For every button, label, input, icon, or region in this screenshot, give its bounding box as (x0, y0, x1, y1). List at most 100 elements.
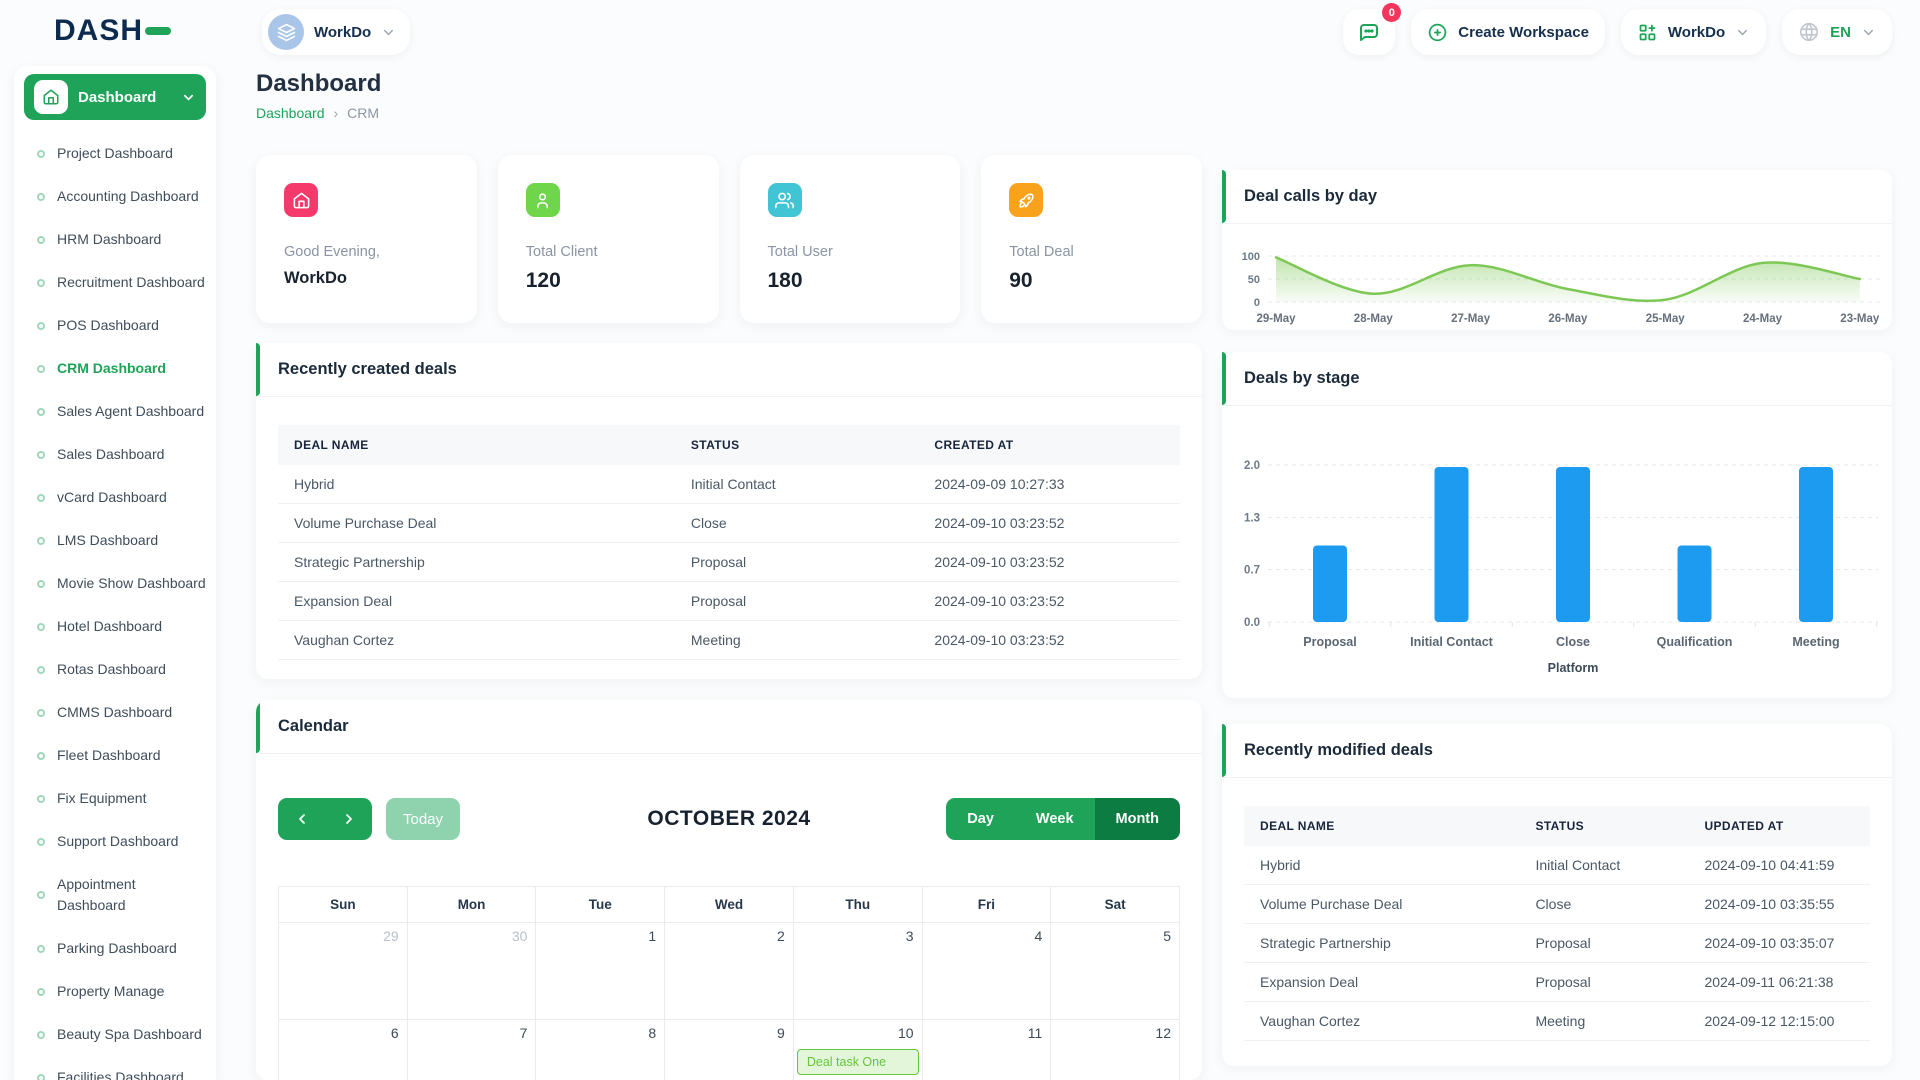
svg-text:0.7: 0.7 (1244, 565, 1260, 577)
column-header: STATUS (1519, 806, 1688, 846)
sidebar-item-accounting-dashboard[interactable]: Accounting Dashboard (14, 175, 216, 218)
circle-icon (37, 451, 45, 459)
sidebar-item-label: Support Dashboard (57, 831, 178, 852)
workspace-menu[interactable]: WorkDo (1621, 9, 1766, 55)
language-menu[interactable]: EN (1782, 9, 1892, 55)
calendar-next-button[interactable] (325, 798, 372, 840)
sidebar-item-sales-agent-dashboard[interactable]: Sales Agent Dashboard (14, 390, 216, 433)
chevron-down-icon (1735, 25, 1750, 40)
sidebar-item-rotas-dashboard[interactable]: Rotas Dashboard (14, 648, 216, 691)
table-cell: Initial Contact (675, 465, 919, 504)
sidebar-item-appointment-dashboard[interactable]: Appointment Dashboard (14, 863, 216, 927)
sidebar-item-fix-equipment[interactable]: Fix Equipment (14, 777, 216, 820)
calendar-date-number: 7 (520, 1025, 528, 1041)
calendar-view-week-button[interactable]: Week (1015, 798, 1095, 840)
sidebar-item-recruitment-dashboard[interactable]: Recruitment Dashboard (14, 261, 216, 304)
svg-text:100: 100 (1242, 251, 1260, 263)
svg-text:Initial Contact: Initial Contact (1410, 635, 1493, 649)
sidebar-item-crm-dashboard[interactable]: CRM Dashboard (14, 347, 216, 390)
sidebar-item-label: Project Dashboard (57, 143, 173, 164)
calendar-today-button[interactable]: Today (386, 798, 460, 840)
calendar-cell-8[interactable]: 8 (536, 1020, 665, 1080)
calendar-cell-6[interactable]: 6 (279, 1020, 408, 1080)
calendar-cell-1[interactable]: 1 (536, 923, 665, 1020)
sidebar-item-vcard-dashboard[interactable]: vCard Dashboard (14, 476, 216, 519)
stat-value: 180 (768, 269, 933, 293)
table-cell: Meeting (675, 621, 919, 660)
sidebar-item-label: Appointment Dashboard (57, 874, 175, 916)
breadcrumb-dashboard-link[interactable]: Dashboard (256, 105, 325, 121)
svg-text:2.0: 2.0 (1244, 460, 1260, 472)
sidebar-item-pos-dashboard[interactable]: POS Dashboard (14, 304, 216, 347)
breadcrumb-separator: › (334, 105, 339, 121)
sidebar-item-hrm-dashboard[interactable]: HRM Dashboard (14, 218, 216, 261)
sidebar-item-parking-dashboard[interactable]: Parking Dashboard (14, 927, 216, 970)
circle-icon (37, 891, 45, 899)
sidebar-item-label: LMS Dashboard (57, 530, 158, 551)
sidebar-item-lms-dashboard[interactable]: LMS Dashboard (14, 519, 216, 562)
sidebar-item-beauty-spa-dashboard[interactable]: Beauty Spa Dashboard (14, 1013, 216, 1056)
sidebar-item-facilities-dashboard[interactable]: Facilities Dashboard (14, 1056, 216, 1080)
sidebar-group-dashboard[interactable]: Dashboard (24, 74, 206, 120)
calendar-date-number: 6 (391, 1025, 399, 1041)
recently-modified-deals-card: Recently modified deals DEAL NAMESTATUSU… (1222, 724, 1892, 1066)
table-cell: Close (1519, 885, 1688, 924)
table-row: Volume Purchase DealClose2024-09-10 03:2… (278, 504, 1180, 543)
calendar-cell-10[interactable]: 10Deal task One (794, 1020, 923, 1080)
stat-card-total-deal: Total Deal 90 (981, 155, 1202, 323)
calendar-day-header: Thu (794, 887, 923, 923)
calendar-date-number: 5 (1163, 928, 1171, 944)
calendar-cell-5[interactable]: 5 (1051, 923, 1180, 1020)
svg-text:Qualification: Qualification (1657, 635, 1733, 649)
calendar-event[interactable]: Deal task One (797, 1049, 919, 1075)
plus-circle-icon (1427, 22, 1448, 43)
calendar-prev-button[interactable] (278, 798, 325, 840)
messages-button[interactable]: 0 (1343, 9, 1395, 55)
workspace-selector[interactable]: WorkDo (262, 9, 410, 55)
circle-icon (37, 322, 45, 330)
table-cell: 2024-09-12 12:15:00 (1688, 1002, 1870, 1041)
sidebar-item-project-dashboard[interactable]: Project Dashboard (14, 132, 216, 175)
calendar-week-row: 6 78910Deal task One1112 (279, 1020, 1180, 1080)
calendar-cell-29[interactable]: 29 (279, 923, 408, 1020)
sidebar-item-fleet-dashboard[interactable]: Fleet Dashboard (14, 734, 216, 777)
stat-value: 90 (1009, 269, 1174, 293)
calendar-cell-12[interactable]: 12 (1051, 1020, 1180, 1080)
sidebar-item-hotel-dashboard[interactable]: Hotel Dashboard (14, 605, 216, 648)
table-cell: Expansion Deal (278, 582, 675, 621)
deals-by-stage-bar-chart: 0.00.71.32.0ProposalInitial ContactClose… (1222, 406, 1892, 698)
chevron-right-icon (341, 811, 357, 827)
stat-value: WorkDo (284, 269, 449, 288)
calendar-cell-11[interactable]: 11 (923, 1020, 1052, 1080)
table-cell: Vaughan Cortez (278, 621, 675, 660)
calendar-cell-4[interactable]: 4 (923, 923, 1052, 1020)
calendar-cell-7[interactable]: 7 (408, 1020, 537, 1080)
table-row: Strategic PartnershipProposal2024-09-10 … (278, 543, 1180, 582)
sidebar-item-label: Hotel Dashboard (57, 616, 162, 637)
calendar-cell-2[interactable]: 2 (665, 923, 794, 1020)
table-header-row: DEAL NAMESTATUSUPDATED AT (1244, 806, 1870, 846)
table-row: HybridInitial Contact2024-09-09 10:27:33 (278, 465, 1180, 504)
sidebar-item-label: Parking Dashboard (57, 938, 177, 959)
create-workspace-button[interactable]: Create Workspace (1411, 9, 1605, 55)
column-header: UPDATED AT (1688, 806, 1870, 846)
sidebar-item-sales-dashboard[interactable]: Sales Dashboard (14, 433, 216, 476)
circle-icon (37, 988, 45, 996)
app-logo[interactable]: DASH (54, 14, 171, 48)
circle-icon (37, 365, 45, 373)
chevron-down-icon (181, 90, 196, 105)
sidebar-item-property-manage[interactable]: Property Manage (14, 970, 216, 1013)
table-cell: 2024-09-09 10:27:33 (918, 465, 1180, 504)
calendar-view-day-button[interactable]: Day (946, 798, 1015, 840)
calendar-cell-3[interactable]: 3 (794, 923, 923, 1020)
sidebar-item-cmms-dashboard[interactable]: CMMS Dashboard (14, 691, 216, 734)
sidebar-item-support-dashboard[interactable]: Support Dashboard (14, 820, 216, 863)
calendar-view-month-button[interactable]: Month (1095, 798, 1180, 840)
calendar-cell-9[interactable]: 9 (665, 1020, 794, 1080)
calendar-cell-30[interactable]: 30 (408, 923, 537, 1020)
sidebar-item-label: Recruitment Dashboard (57, 272, 205, 293)
rocket-icon (1009, 183, 1043, 217)
workspace-menu-label: WorkDo (1668, 24, 1725, 41)
table-cell: 2024-09-10 03:23:52 (918, 543, 1180, 582)
sidebar-item-movie-show-dashboard[interactable]: Movie Show Dashboard (14, 562, 216, 605)
